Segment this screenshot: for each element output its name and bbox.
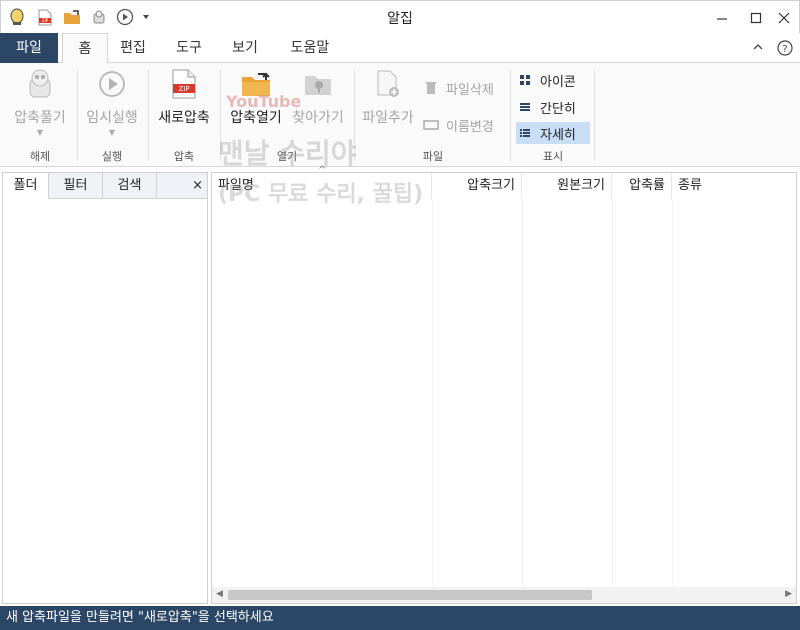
column-header-original-size[interactable]: 원본크기 bbox=[522, 173, 612, 199]
help-icon[interactable]: ? bbox=[774, 33, 796, 63]
ribbon-tabs: 파일 홈 편집 도구 보기 도움말 ? bbox=[0, 33, 800, 64]
view-detail-label: 자세히 bbox=[540, 127, 576, 143]
column-divider bbox=[432, 199, 433, 587]
view-icons-label: 아이콘 bbox=[540, 74, 576, 90]
view-icons-button[interactable]: 아이콘 bbox=[516, 69, 590, 91]
svg-text:?: ? bbox=[782, 44, 787, 55]
extract-button[interactable]: 압축풀기 ▼ bbox=[8, 67, 72, 145]
column-header-ratio[interactable]: 압축률 bbox=[612, 173, 672, 199]
delete-file-label: 파일삭제 bbox=[446, 82, 494, 98]
view-simple-button[interactable]: 간단히 bbox=[516, 96, 590, 118]
column-divider bbox=[522, 199, 523, 587]
folder-location-icon bbox=[301, 67, 335, 101]
tab-file[interactable]: 파일 bbox=[0, 33, 58, 63]
new-archive-button[interactable]: ZIP 새로압축 bbox=[152, 67, 216, 145]
trash-icon bbox=[422, 81, 440, 95]
rename-button[interactable]: 이름변경 bbox=[422, 114, 494, 136]
group-divider bbox=[148, 69, 149, 161]
extract-label: 압축풀기 bbox=[14, 110, 66, 126]
zip-file-icon: ZIP bbox=[167, 67, 201, 101]
extract-icon bbox=[23, 67, 57, 101]
collapse-ribbon-icon[interactable] bbox=[748, 33, 768, 63]
rename-label: 이름변경 bbox=[446, 119, 494, 135]
tab-help[interactable]: 도움말 bbox=[282, 33, 338, 63]
new-archive-label: 새로압축 bbox=[158, 110, 210, 126]
group-label-run: 실행 bbox=[101, 150, 123, 163]
tab-folders[interactable]: 폴더 bbox=[3, 173, 49, 199]
add-file-label: 파일추가 bbox=[362, 110, 414, 126]
svg-text:ZIP: ZIP bbox=[178, 85, 189, 93]
rename-icon bbox=[422, 120, 440, 130]
add-file-button[interactable]: 파일추가 bbox=[358, 67, 418, 145]
scrollbar-thumb[interactable] bbox=[228, 590, 592, 600]
horizontal-scrollbar[interactable]: ◀ ▶ bbox=[212, 587, 796, 603]
grid-icon bbox=[516, 75, 534, 85]
detail-list-icon bbox=[516, 128, 534, 138]
file-list[interactable]: 파일명 압축크기 원본크기 압축률 종류 ^ ◀ ▶ bbox=[211, 165, 797, 604]
delete-file-button[interactable]: 파일삭제 bbox=[422, 77, 494, 99]
status-bar: 새 압축파일을 만들려면 "새로압축"을 선택하세요 bbox=[0, 606, 800, 630]
tab-search[interactable]: 검색 bbox=[103, 173, 157, 199]
column-divider bbox=[672, 199, 673, 587]
group-label-file: 파일 bbox=[422, 150, 444, 163]
ribbon-panel: 압축풀기 ▼ 해제 임시실행 ▼ 실행 ZIP 새로압축 압축 압축열기 찾아가… bbox=[0, 63, 800, 167]
scroll-left-icon[interactable]: ◀ bbox=[216, 589, 223, 599]
close-button[interactable] bbox=[767, 1, 800, 34]
left-panel: 폴더 필터 검색 × bbox=[2, 172, 208, 604]
play-icon bbox=[95, 67, 129, 101]
group-divider bbox=[594, 69, 595, 161]
tab-edit[interactable]: 편집 bbox=[110, 33, 156, 63]
group-label-display: 표시 bbox=[542, 150, 564, 163]
temp-run-label: 임시실행 bbox=[86, 110, 138, 126]
add-file-icon bbox=[371, 67, 405, 101]
tab-view[interactable]: 보기 bbox=[222, 33, 268, 63]
view-detail-button[interactable]: 자세히 bbox=[516, 122, 590, 144]
scroll-right-icon[interactable]: ▶ bbox=[785, 589, 792, 599]
group-label-compress: 압축 bbox=[173, 150, 195, 163]
group-divider bbox=[510, 69, 511, 161]
temp-run-button[interactable]: 임시실행 ▼ bbox=[80, 67, 144, 145]
tab-filter[interactable]: 필터 bbox=[49, 173, 103, 199]
column-divider bbox=[612, 199, 613, 587]
group-divider bbox=[77, 69, 78, 161]
title-bar: ZIP 알집 bbox=[0, 0, 800, 33]
column-header-type[interactable]: 종류 bbox=[672, 173, 796, 199]
window-title: 알집 bbox=[387, 11, 413, 27]
view-simple-label: 간단히 bbox=[540, 101, 576, 117]
watermark-brand: YouTube bbox=[226, 92, 302, 111]
tab-tools[interactable]: 도구 bbox=[166, 33, 212, 63]
column-header-compressed-size[interactable]: 압축크기 bbox=[432, 173, 522, 199]
minimize-button[interactable] bbox=[705, 1, 739, 34]
extract-dropdown-icon[interactable]: ▼ bbox=[8, 128, 72, 137]
temp-run-dropdown-icon[interactable]: ▼ bbox=[80, 128, 144, 137]
watermark-text: 맨날 수리야 bbox=[218, 137, 357, 170]
watermark-subtext: (PC 무료 수리, 꿀팁) bbox=[218, 182, 424, 207]
list-icon bbox=[516, 102, 534, 112]
group-label-extract: 해제 bbox=[29, 150, 51, 163]
close-panel-icon[interactable]: × bbox=[157, 173, 207, 199]
tab-home[interactable]: 홈 bbox=[62, 33, 108, 64]
